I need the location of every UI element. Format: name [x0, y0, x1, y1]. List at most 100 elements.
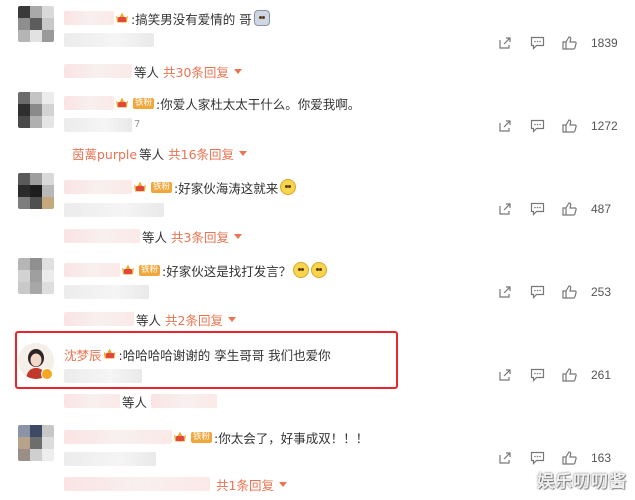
avatar[interactable] — [18, 425, 54, 461]
crown-icon — [173, 431, 187, 444]
comment-text: :搞笑男没有爱情的 哥 — [131, 11, 252, 27]
comment-icon — [530, 451, 544, 465]
reply-summary: 等人 共2条回复 — [64, 309, 236, 329]
blurred-username[interactable] — [64, 96, 114, 110]
comment-button[interactable] — [521, 451, 553, 465]
like-icon — [561, 285, 577, 299]
watermark: 娱乐叨叨酱 — [537, 472, 627, 492]
reply-summary: 共1条回复 — [64, 474, 287, 494]
like-button[interactable] — [553, 368, 585, 382]
like-count: 1839 — [591, 36, 618, 50]
share-button[interactable] — [489, 202, 521, 216]
reply-summary: 等人 共30条回复 — [64, 61, 242, 81]
like-icon — [561, 451, 577, 465]
comment-text: :你爱人家杜太太干什么。你爱我啊。 — [156, 96, 361, 112]
like-count: 487 — [591, 202, 612, 216]
comment-body: 沈梦辰 :哈哈哈哈谢谢的 孪生哥哥 我们也爱你 — [64, 344, 331, 364]
blurred-username[interactable] — [64, 430, 172, 444]
comment-icon — [530, 285, 544, 299]
blurred-username[interactable] — [64, 11, 114, 25]
like-icon — [561, 36, 577, 50]
view-replies-link[interactable]: 共2条回复 — [165, 310, 223, 329]
share-button[interactable] — [489, 285, 521, 299]
comment-button[interactable] — [521, 36, 553, 50]
like-button[interactable] — [553, 36, 585, 50]
comment-body: 铁粉 :好家伙这是找打发言？ — [64, 260, 328, 280]
comment-button[interactable] — [521, 119, 553, 133]
blurred-replier — [64, 477, 210, 491]
like-icon — [561, 368, 577, 382]
comment-body: :搞笑男没有爱情的 哥 — [64, 8, 270, 28]
blurred-username[interactable] — [64, 263, 120, 277]
share-button[interactable] — [489, 36, 521, 50]
like-icon — [561, 202, 577, 216]
comment-icon — [530, 202, 544, 216]
avatar[interactable] — [18, 258, 54, 294]
avatar[interactable] — [18, 6, 54, 42]
replier-name[interactable]: 茵蓠purple — [72, 144, 137, 163]
username[interactable]: 沈梦辰 — [64, 345, 102, 364]
reply-summary: 茵蓠purple 等人 共16条回复 — [64, 143, 248, 163]
like-button[interactable] — [553, 285, 585, 299]
crown-icon — [121, 264, 135, 277]
robot-emoji-icon — [253, 10, 270, 26]
view-replies-link[interactable]: 共1条回复 — [216, 475, 274, 494]
like-count: 253 — [591, 285, 612, 299]
blurred-reply-count — [151, 394, 218, 408]
comment-text: :好家伙这是找打发言？ — [162, 263, 292, 279]
caret-down-icon — [227, 316, 236, 322]
view-replies-link[interactable]: 共16条回复 — [168, 144, 234, 163]
caret-down-icon — [233, 68, 242, 74]
blurred-meta — [64, 33, 154, 47]
blurred-meta — [64, 452, 156, 466]
blurred-username[interactable] — [64, 180, 132, 194]
avatar[interactable] — [18, 92, 54, 128]
blurred-meta — [64, 203, 164, 217]
caret-down-icon — [278, 481, 287, 487]
view-replies-link[interactable]: 共30条回复 — [163, 62, 229, 81]
like-count: 163 — [591, 451, 612, 465]
share-icon — [499, 120, 511, 132]
blurred-meta — [64, 285, 149, 299]
share-icon — [499, 452, 511, 464]
share-button[interactable] — [489, 368, 521, 382]
crown-icon — [103, 348, 117, 361]
comment-text: :哈哈哈哈谢谢的 孪生哥哥 我们也爱你 — [118, 347, 331, 363]
comment-icon — [530, 36, 544, 50]
doge-emoji-icon — [293, 262, 310, 278]
like-icon — [561, 119, 577, 133]
caret-down-icon — [233, 233, 242, 239]
like-button[interactable] — [553, 451, 585, 465]
share-icon — [499, 203, 511, 215]
like-button[interactable] — [553, 119, 585, 133]
crown-icon — [115, 97, 129, 110]
comment-body: 铁粉 :你爱人家杜太太干什么。你爱我啊。 — [64, 93, 360, 113]
like-count: 1272 — [591, 119, 618, 133]
blurred-meta — [64, 369, 142, 383]
fan-badge: 铁粉 — [133, 97, 155, 109]
verified-icon — [41, 368, 53, 380]
like-count: 261 — [591, 368, 612, 382]
caret-down-icon — [239, 150, 248, 156]
blurred-replier — [64, 394, 120, 408]
comment-icon — [530, 119, 544, 133]
like-button[interactable] — [553, 202, 585, 216]
view-replies-link[interactable]: 共3条回复 — [171, 227, 229, 246]
comment-text: :好家伙海涛这就来 — [174, 180, 279, 196]
comment-button[interactable] — [521, 285, 553, 299]
fan-badge: 铁粉 — [151, 181, 173, 193]
avatar[interactable] — [18, 173, 54, 209]
comment-button[interactable] — [521, 202, 553, 216]
share-button[interactable] — [489, 119, 521, 133]
share-button[interactable] — [489, 451, 521, 465]
fan-badge: 铁粉 — [139, 264, 161, 276]
crown-icon — [115, 12, 129, 25]
comment-text: :你太会了，好事成双！！！ — [214, 430, 369, 446]
comment-icon — [530, 368, 544, 382]
comment-button[interactable] — [521, 368, 553, 382]
share-icon — [499, 37, 511, 49]
fan-badge: 铁粉 — [191, 431, 213, 443]
comment-body: 铁粉 :好家伙海涛这就来 — [64, 177, 297, 197]
reply-summary: 等人 — [64, 391, 218, 411]
blurred-replier — [64, 64, 132, 78]
